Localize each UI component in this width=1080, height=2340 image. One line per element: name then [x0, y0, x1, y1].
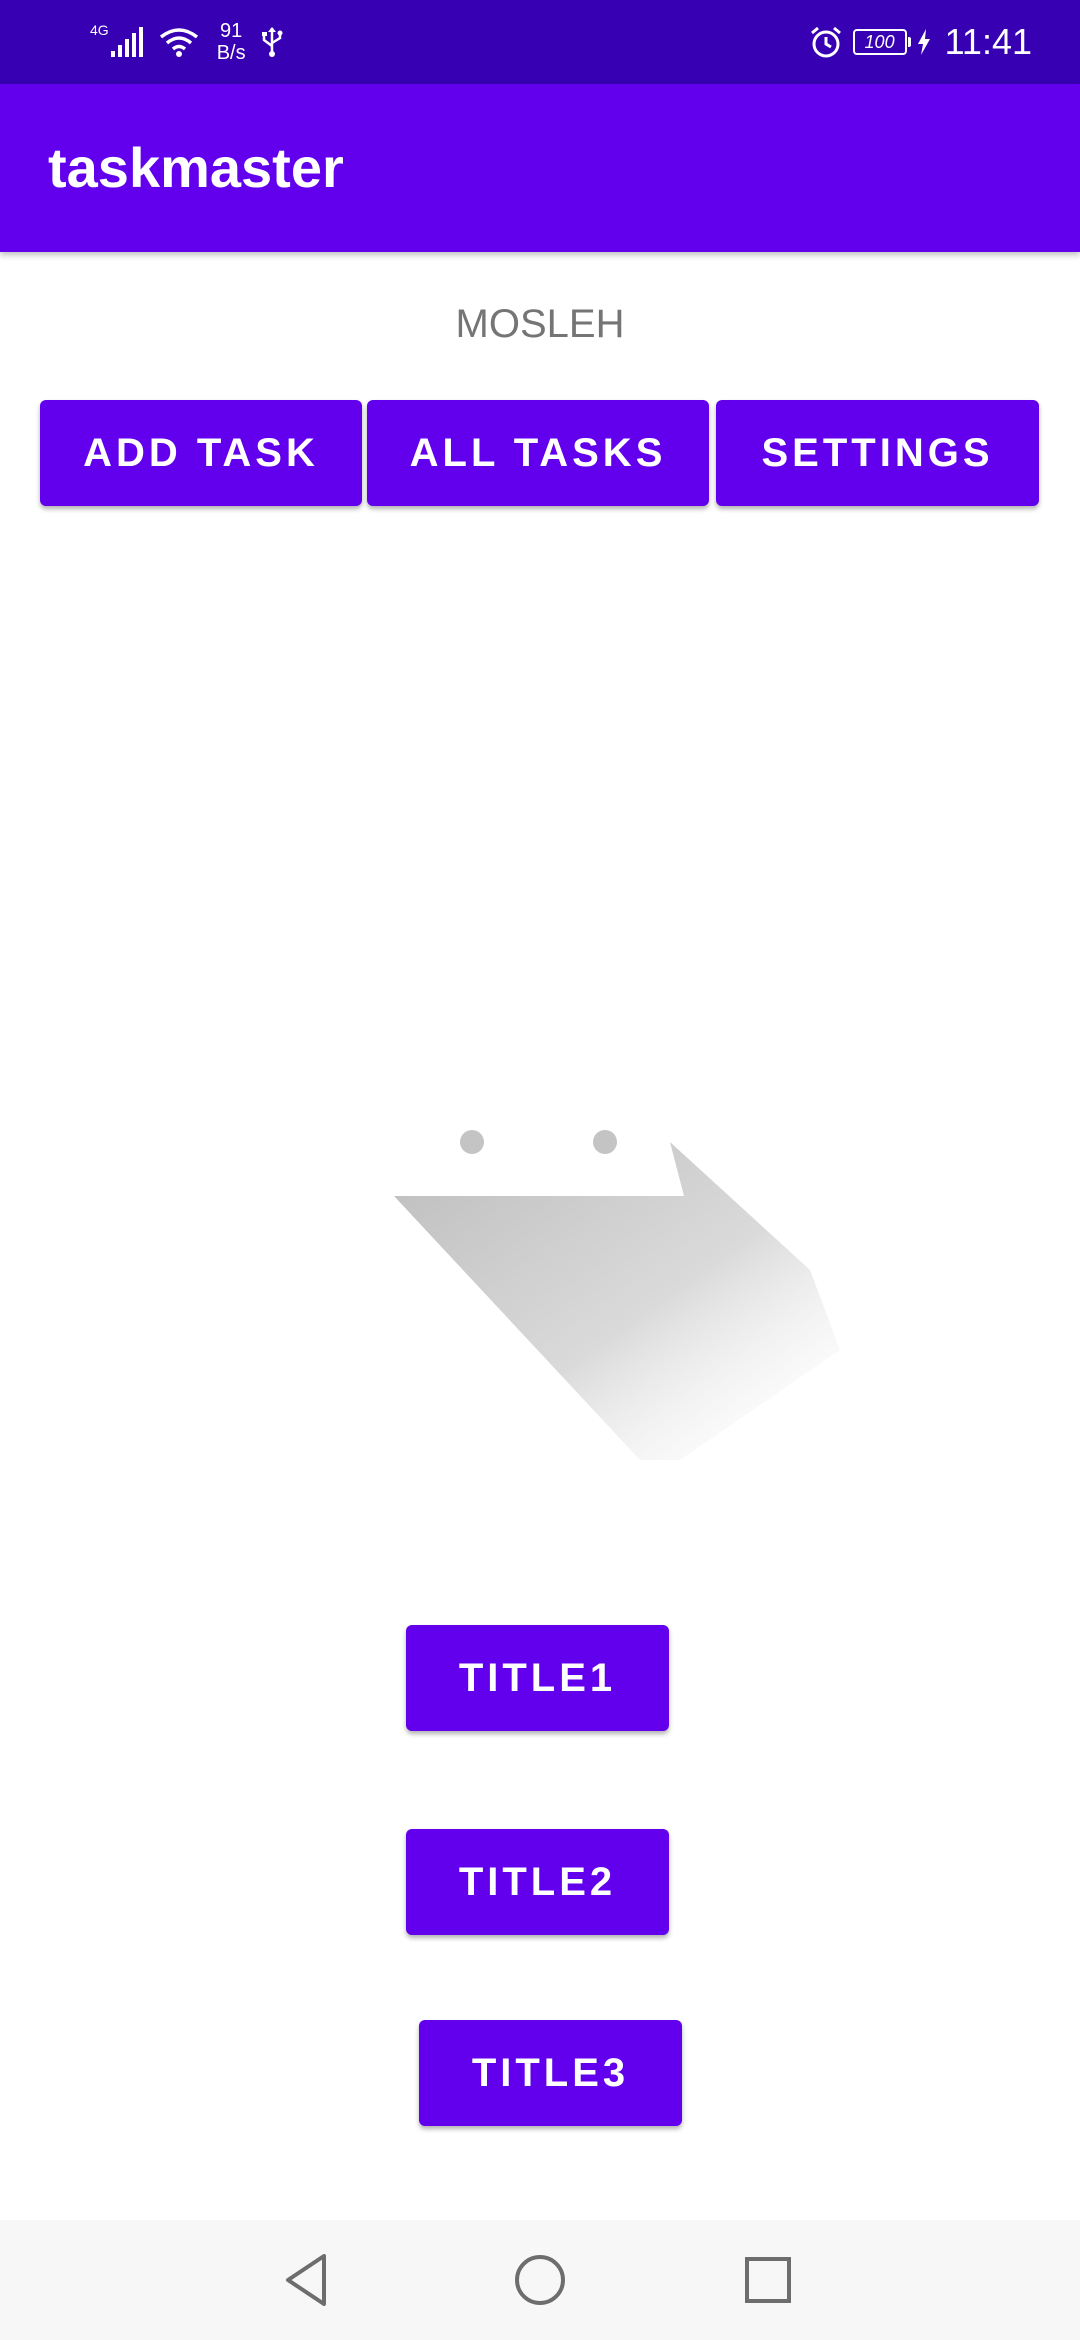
wifi-icon [159, 28, 198, 57]
illustration-dot-right [593, 1130, 617, 1154]
all-tasks-button[interactable]: ALL TASKS [367, 400, 709, 506]
battery-level: 100 [864, 32, 895, 52]
charging-icon [917, 29, 930, 55]
task-button-title2[interactable]: TITLE2 [406, 1829, 669, 1935]
alarm-icon [810, 26, 841, 58]
home-icon[interactable] [510, 2250, 570, 2310]
status-left: 4G 91 B/s [90, 16, 284, 68]
illustration-dot-left [460, 1130, 484, 1154]
status-bar: 4G 91 B/s 100 11:41 [0, 0, 1080, 84]
navigation-bar [0, 2220, 1080, 2340]
signal-icon [110, 27, 143, 57]
network-speed: 91 B/s [217, 20, 246, 64]
task-button-title3[interactable]: TITLE3 [419, 2020, 682, 2126]
add-task-button[interactable]: ADD TASK [40, 400, 362, 506]
illustration-image [394, 1130, 840, 1460]
illustration-shadow [394, 1142, 840, 1460]
app-title: taskmaster [48, 136, 344, 199]
clock: 11:41 [944, 21, 1032, 62]
recents-icon[interactable] [738, 2250, 798, 2310]
network-type: 4G [90, 22, 109, 38]
usb-icon [261, 27, 283, 57]
app-bar: taskmaster [0, 84, 1080, 252]
task-button-title1[interactable]: TITLE1 [406, 1625, 669, 1731]
username-label: MOSLEH [455, 302, 625, 346]
settings-button[interactable]: SETTINGS [716, 400, 1039, 506]
status-right: 100 11:41 [809, 16, 1032, 68]
back-icon[interactable] [278, 2250, 338, 2310]
network-speed-value: 91 [220, 20, 243, 42]
battery-icon: 100 [852, 29, 911, 55]
network-speed-unit: B/s [216, 42, 246, 64]
